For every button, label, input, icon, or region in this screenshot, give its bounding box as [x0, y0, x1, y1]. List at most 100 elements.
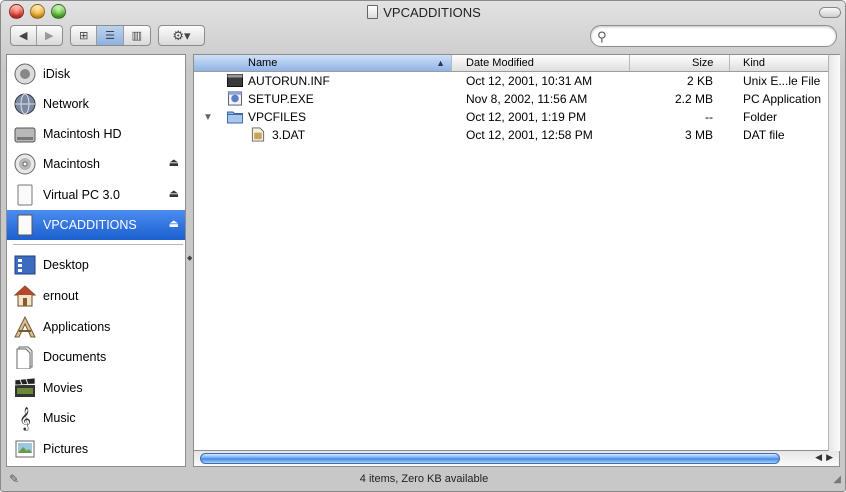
sidebar-item-label: Movies [43, 381, 83, 395]
idisk-icon [12, 62, 38, 86]
status-text: 4 items, Zero KB available [359, 473, 489, 485]
file-date: Oct 12, 2001, 1:19 PM [466, 110, 587, 124]
sidebar-item-home[interactable]: ernout [7, 281, 185, 311]
sort-ascending-icon: ▲ [436, 58, 445, 68]
column-header-kind[interactable]: Kind [730, 55, 828, 71]
search-field[interactable]: ⚲ [590, 25, 837, 47]
sidebar-item-network[interactable]: Network [7, 89, 185, 119]
sidebar-item-label: Applications [43, 320, 111, 334]
table-row[interactable]: ▼ VPCFILES Oct 12, 2001, 1:19 PM -- Fold… [194, 108, 828, 126]
sidebar-item-macintosh-hd[interactable]: Macintosh HD [7, 119, 185, 149]
action-menu-button[interactable]: ⚙▾ [159, 26, 204, 45]
scroll-arrows-icon[interactable]: ◀▶ [815, 452, 837, 463]
file-size: -- [705, 110, 713, 124]
sidebar: iDisk Network Macintosh HD Macintosh ⏏ V… [6, 54, 186, 467]
column-header-label: Date Modified [466, 57, 534, 69]
search-input[interactable] [613, 28, 828, 44]
desktop-icon [12, 253, 38, 277]
pc-app-icon [227, 91, 243, 106]
drive-icon [12, 183, 38, 207]
horizontal-scrollbar[interactable]: ◀▶ [193, 451, 840, 467]
file-date: Oct 12, 2001, 10:31 AM [466, 74, 593, 88]
table-row[interactable]: AUTORUN.INF Oct 12, 2001, 10:31 AM 2 KB … [194, 72, 828, 90]
sidebar-item-idisk[interactable]: iDisk [7, 59, 185, 89]
action-menu-control: ⚙▾ [158, 25, 205, 46]
sidebar-item-label: VPCADDITIONS [43, 218, 137, 232]
finder-window: VPCADDITIONS ◀ ▶ ⊞ ☰ ▥ ⚙▾ ⚲ iDisk Networ… [0, 0, 846, 492]
sidebar-splitter[interactable]: ◆ [186, 54, 193, 467]
movies-clapper-icon [12, 376, 38, 400]
file-name: AUTORUN.INF [248, 74, 330, 88]
back-button[interactable]: ◀ [11, 26, 37, 45]
vertical-scrollbar[interactable] [828, 54, 840, 451]
forward-button[interactable]: ▶ [37, 26, 62, 45]
file-kind: DAT file [743, 128, 785, 142]
sidebar-item-pictures[interactable]: Pictures [7, 434, 185, 464]
search-icon: ⚲ [597, 29, 607, 44]
sidebar-item-label: ernout [43, 289, 79, 303]
sidebar-item-documents[interactable]: Documents [7, 342, 185, 372]
sidebar-item-label: Macintosh HD [43, 127, 122, 141]
sidebar-item-label: Virtual PC 3.0 [43, 188, 120, 202]
sidebar-item-label: Music [43, 411, 76, 425]
sidebar-item-virtual-pc[interactable]: Virtual PC 3.0 ⏏ [7, 180, 185, 210]
file-name: VPCFILES [248, 110, 307, 124]
sidebar-item-vpcadditions[interactable]: VPCADDITIONS ⏏ [7, 210, 185, 240]
column-view-button[interactable]: ▥ [124, 26, 150, 45]
sidebar-item-label: Macintosh [43, 157, 100, 171]
list-view-button[interactable]: ☰ [97, 26, 124, 45]
toolbar-toggle-button[interactable] [819, 7, 841, 18]
sidebar-item-label: Documents [43, 350, 107, 364]
file-list: Name ▲ Date Modified Size Kind AUTORUN.I… [193, 54, 828, 451]
back-arrow-icon: ◀ [19, 30, 28, 42]
toolbar: ◀ ▶ ⊞ ☰ ▥ ⚙▾ ⚲ [1, 23, 845, 53]
gear-icon: ⚙▾ [172, 27, 191, 43]
column-header-date[interactable]: Date Modified [452, 55, 630, 71]
table-row[interactable]: 3.DAT Oct 12, 2001, 12:58 PM 3 MB DAT fi… [194, 126, 828, 144]
sidebar-item-applications[interactable]: Applications [7, 312, 185, 342]
sidebar-item-music[interactable]: 𝄞 Music [7, 403, 185, 433]
table-row[interactable]: SETUP.EXE Nov 8, 2002, 11:56 AM 2.2 MB P… [194, 90, 828, 108]
column-header-label: Kind [743, 57, 766, 69]
view-mode-control: ⊞ ☰ ▥ [70, 25, 151, 46]
eject-icon[interactable]: ⏏ [169, 187, 179, 200]
sidebar-item-macintosh[interactable]: Macintosh ⏏ [7, 149, 185, 179]
file-date: Oct 12, 2001, 12:58 PM [466, 128, 593, 142]
sidebar-item-label: Pictures [43, 442, 89, 456]
column-header-size[interactable]: Size [630, 55, 730, 71]
cd-disc-icon [12, 152, 38, 176]
documents-icon [12, 345, 38, 369]
sidebar-item-label: Network [43, 97, 89, 111]
network-globe-icon [12, 92, 38, 116]
title-bar[interactable]: VPCADDITIONS [1, 1, 845, 23]
eject-icon[interactable]: ⏏ [169, 156, 179, 169]
sidebar-divider [13, 244, 183, 245]
column-header-label: Name [248, 57, 278, 69]
file-date: Nov 8, 2002, 11:56 AM [466, 92, 588, 106]
icon-view-icon: ⊞ [79, 30, 89, 42]
file-kind: Unix E...le File [743, 74, 821, 88]
column-header-name[interactable]: Name ▲ [194, 55, 452, 71]
applications-icon [12, 315, 38, 339]
icon-view-button[interactable]: ⊞ [71, 26, 98, 45]
sidebar-item-label: iDisk [43, 67, 71, 81]
file-name: 3.DAT [272, 128, 306, 142]
file-kind: PC Application [743, 92, 822, 106]
list-header: Name ▲ Date Modified Size Kind [194, 55, 828, 72]
sidebar-item-desktop[interactable]: Desktop [7, 250, 185, 280]
column-header-label: Size [692, 57, 714, 69]
resize-grip-icon[interactable]: ◢ [833, 474, 841, 485]
eject-icon[interactable]: ⏏ [169, 217, 179, 230]
file-name: SETUP.EXE [248, 92, 314, 106]
horizontal-scroll-thumb[interactable] [200, 453, 780, 464]
file-size: 3 MB [684, 128, 713, 142]
home-icon [12, 284, 38, 308]
sidebar-item-movies[interactable]: Movies [7, 373, 185, 403]
status-bar: ✎ 4 items, Zero KB available ◢ [1, 468, 845, 491]
folder-icon [227, 111, 243, 124]
disclosure-triangle-icon[interactable]: ▼ [203, 112, 213, 123]
unix-exec-icon [227, 74, 243, 87]
drive-icon [12, 213, 38, 237]
window-title-text: VPCADDITIONS [383, 5, 481, 20]
pictures-icon [12, 437, 38, 461]
